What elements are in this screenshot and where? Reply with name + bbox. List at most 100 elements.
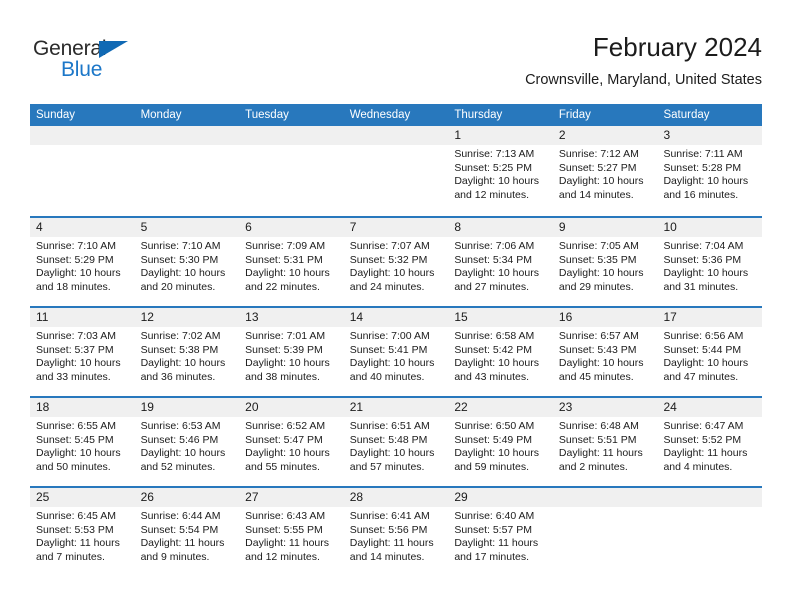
day-detail-line: and 47 minutes. xyxy=(663,370,739,383)
day-detail-line: Daylight: 10 hours xyxy=(245,357,330,369)
day-detail-line: Daylight: 10 hours xyxy=(663,175,749,187)
day-detail-line: Sunrise: 7:01 AM xyxy=(245,330,326,342)
day-number-band: 28 xyxy=(343,488,449,507)
day-cell-21[interactable]: 21 Sunrise: 6:51 AM Sunset: 5:48 PM Dayligh… xyxy=(343,398,449,486)
day-detail-line: and 16 minutes. xyxy=(663,188,739,201)
day-detail-body: Sunrise: 6:52 AM Sunset: 5:47 PM Daylight:… xyxy=(239,417,344,474)
day-detail-body: Sunrise: 6:43 AM Sunset: 5:55 PM Daylight:… xyxy=(239,507,344,564)
location-subtitle: Crownsville, Maryland, United States xyxy=(525,72,762,88)
day-number: 14 xyxy=(349,310,364,324)
day-number-band: 13 xyxy=(239,308,344,327)
day-cell-13[interactable]: 13 Sunrise: 7:01 AM Sunset: 5:39 PM Dayligh… xyxy=(239,308,344,396)
day-cell-15[interactable]: 15 Sunrise: 6:58 AM Sunset: 5:42 PM Dayligh… xyxy=(448,308,553,396)
logo-text-general: General xyxy=(33,37,107,60)
weekday-header-saturday: Saturday xyxy=(663,109,710,121)
day-cell-18[interactable]: 18 Sunrise: 6:55 AM Sunset: 5:45 PM Dayligh… xyxy=(30,398,135,486)
day-cell-12[interactable]: 12 Sunrise: 7:02 AM Sunset: 5:38 PM Dayligh… xyxy=(134,308,240,396)
day-detail-body xyxy=(344,145,449,148)
day-cell-empty xyxy=(30,126,135,216)
day-detail-line: Sunset: 5:29 PM xyxy=(36,253,114,266)
day-number-band xyxy=(134,126,240,145)
day-detail-line: and 59 minutes. xyxy=(454,460,530,473)
day-cell-22[interactable]: 22 Sunrise: 6:50 AM Sunset: 5:49 PM Dayligh… xyxy=(448,398,553,486)
day-cell-16[interactable]: 16 Sunrise: 6:57 AM Sunset: 5:43 PM Dayligh… xyxy=(552,308,658,396)
day-cell-7[interactable]: 7 Sunrise: 7:07 AM Sunset: 5:32 PM Daylight… xyxy=(343,218,449,306)
weekday-header-friday: Friday xyxy=(558,109,591,121)
day-detail-line: and 40 minutes. xyxy=(349,370,425,383)
day-cell-26[interactable]: 26 Sunrise: 6:44 AM Sunset: 5:54 PM Dayligh… xyxy=(134,488,240,576)
day-cell-14[interactable]: 14 Sunrise: 7:00 AM Sunset: 5:41 PM Dayligh… xyxy=(343,308,449,396)
day-detail-line: and 24 minutes. xyxy=(349,280,425,293)
day-detail-line: and 14 minutes. xyxy=(558,188,634,201)
day-detail-line: Sunrise: 7:11 AM xyxy=(663,148,743,160)
day-detail-body: Sunrise: 7:04 AM Sunset: 5:36 PM Daylight:… xyxy=(657,237,762,294)
day-detail-body: Sunrise: 7:02 AM Sunset: 5:38 PM Daylight:… xyxy=(135,327,240,384)
day-cell-11[interactable]: 11 Sunrise: 7:03 AM Sunset: 5:37 PM Dayligh… xyxy=(30,308,135,396)
day-cell-27[interactable]: 27 Sunrise: 6:43 AM Sunset: 5:55 PM Dayligh… xyxy=(239,488,344,576)
day-cell-3[interactable]: 3 Sunrise: 7:11 AM Sunset: 5:28 PM Daylight… xyxy=(657,126,763,216)
day-cell-5[interactable]: 5 Sunrise: 7:10 AM Sunset: 5:30 PM Daylight… xyxy=(134,218,240,306)
day-cell-23[interactable]: 23 Sunrise: 6:48 AM Sunset: 5:51 PM Dayligh… xyxy=(552,398,658,486)
day-number-band: 22 xyxy=(448,398,553,417)
day-detail-line: and 36 minutes. xyxy=(140,370,216,383)
day-detail-line: and 7 minutes. xyxy=(36,550,105,563)
day-detail-line: Daylight: 10 hours xyxy=(245,447,330,459)
day-detail-line: Daylight: 10 hours xyxy=(140,267,226,279)
day-number-band: 27 xyxy=(239,488,344,507)
day-cell-17[interactable]: 17 Sunrise: 6:56 AM Sunset: 5:44 PM Dayligh… xyxy=(657,308,763,396)
calendar-week-row: 11 Sunrise: 7:03 AM Sunset: 5:37 PM Dayligh… xyxy=(30,306,763,396)
day-number-band: 6 xyxy=(239,218,344,237)
day-number: 20 xyxy=(245,400,259,414)
day-number: 4 xyxy=(36,220,43,234)
day-detail-line: Daylight: 11 hours xyxy=(36,537,120,549)
day-cell-20[interactable]: 20 Sunrise: 6:52 AM Sunset: 5:47 PM Dayligh… xyxy=(239,398,344,486)
day-detail-line: Sunrise: 7:00 AM xyxy=(349,330,430,342)
day-cell-19[interactable]: 19 Sunrise: 6:53 AM Sunset: 5:46 PM Dayligh… xyxy=(134,398,240,486)
day-detail-line: Sunset: 5:56 PM xyxy=(349,523,428,536)
day-detail-line: Daylight: 10 hours xyxy=(454,357,539,369)
day-detail-line: and 12 minutes. xyxy=(454,188,530,201)
day-cell-4[interactable]: 4 Sunrise: 7:10 AM Sunset: 5:29 PM Daylight… xyxy=(30,218,135,306)
day-cell-28[interactable]: 28 Sunrise: 6:41 AM Sunset: 5:56 PM Dayligh… xyxy=(343,488,449,576)
general-blue-logo[interactable]: General Blue xyxy=(33,38,213,90)
day-number: 3 xyxy=(663,128,671,142)
day-detail-line: Daylight: 11 hours xyxy=(454,537,539,549)
day-number: 19 xyxy=(140,400,154,414)
day-number-band xyxy=(30,126,135,145)
day-detail-line: Sunrise: 7:06 AM xyxy=(454,240,535,252)
day-cell-empty xyxy=(134,126,240,216)
day-detail-body: Sunrise: 7:11 AM Sunset: 5:28 PM Daylight:… xyxy=(657,145,762,202)
day-cell-29[interactable]: 29 Sunrise: 6:40 AM Sunset: 5:57 PM Dayligh… xyxy=(448,488,553,576)
day-detail-body xyxy=(239,145,344,148)
day-cell-2[interactable]: 2 Sunrise: 7:12 AM Sunset: 5:27 PM Daylight… xyxy=(552,126,658,216)
day-cell-8[interactable]: 8 Sunrise: 7:06 AM Sunset: 5:34 PM Daylight… xyxy=(448,218,553,306)
day-detail-line: Sunset: 5:28 PM xyxy=(663,161,742,174)
day-detail-line: Sunset: 5:57 PM xyxy=(454,523,532,536)
day-cell-9[interactable]: 9 Sunrise: 7:05 AM Sunset: 5:35 PM Daylight… xyxy=(552,218,658,306)
day-number-band: 5 xyxy=(134,218,240,237)
day-cell-25[interactable]: 25 Sunrise: 6:45 AM Sunset: 5:53 PM Dayligh… xyxy=(30,488,135,576)
day-detail-line: Sunset: 5:31 PM xyxy=(245,253,323,266)
day-detail-line: Sunset: 5:25 PM xyxy=(454,161,532,174)
day-number-band: 14 xyxy=(343,308,449,327)
day-cell-10[interactable]: 10 Sunrise: 7:04 AM Sunset: 5:36 PM Dayligh… xyxy=(657,218,763,306)
day-number-band: 18 xyxy=(30,398,135,417)
day-cell-empty xyxy=(657,488,763,576)
day-detail-line: Sunrise: 7:05 AM xyxy=(558,240,639,252)
day-cell-6[interactable]: 6 Sunrise: 7:09 AM Sunset: 5:31 PM Daylight… xyxy=(239,218,344,306)
day-cell-24[interactable]: 24 Sunrise: 6:47 AM Sunset: 5:52 PM Dayligh… xyxy=(657,398,763,486)
day-detail-line: and 17 minutes. xyxy=(454,550,530,563)
day-detail-line: Sunset: 5:46 PM xyxy=(140,433,219,446)
weekday-header-monday: Monday xyxy=(140,109,182,121)
day-cell-1[interactable]: 1 Sunrise: 7:13 AM Sunset: 5:25 PM Daylight… xyxy=(448,126,553,216)
day-detail-body: Sunrise: 7:12 AM Sunset: 5:27 PM Daylight:… xyxy=(553,145,658,202)
day-detail-line: Daylight: 10 hours xyxy=(140,447,226,459)
day-detail-line: and 29 minutes. xyxy=(558,280,634,293)
day-detail-line: Sunset: 5:51 PM xyxy=(558,433,637,446)
day-detail-line: and 38 minutes. xyxy=(245,370,320,383)
day-detail-body: Sunrise: 7:05 AM Sunset: 5:35 PM Daylight:… xyxy=(553,237,658,294)
day-detail-line: and 18 minutes. xyxy=(36,280,111,293)
day-number: 17 xyxy=(663,310,677,324)
day-detail-line: Sunrise: 6:41 AM xyxy=(349,510,430,522)
day-number: 26 xyxy=(140,490,154,504)
